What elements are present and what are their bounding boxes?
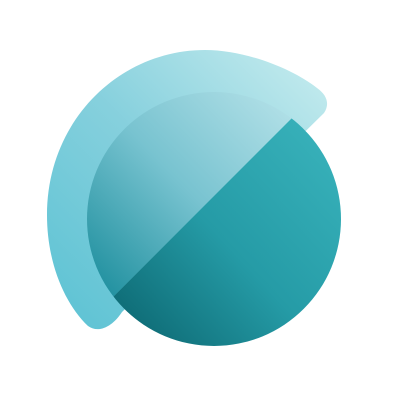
- logo-canvas: [0, 0, 400, 400]
- abstract-circle-logo-icon: [47, 50, 341, 346]
